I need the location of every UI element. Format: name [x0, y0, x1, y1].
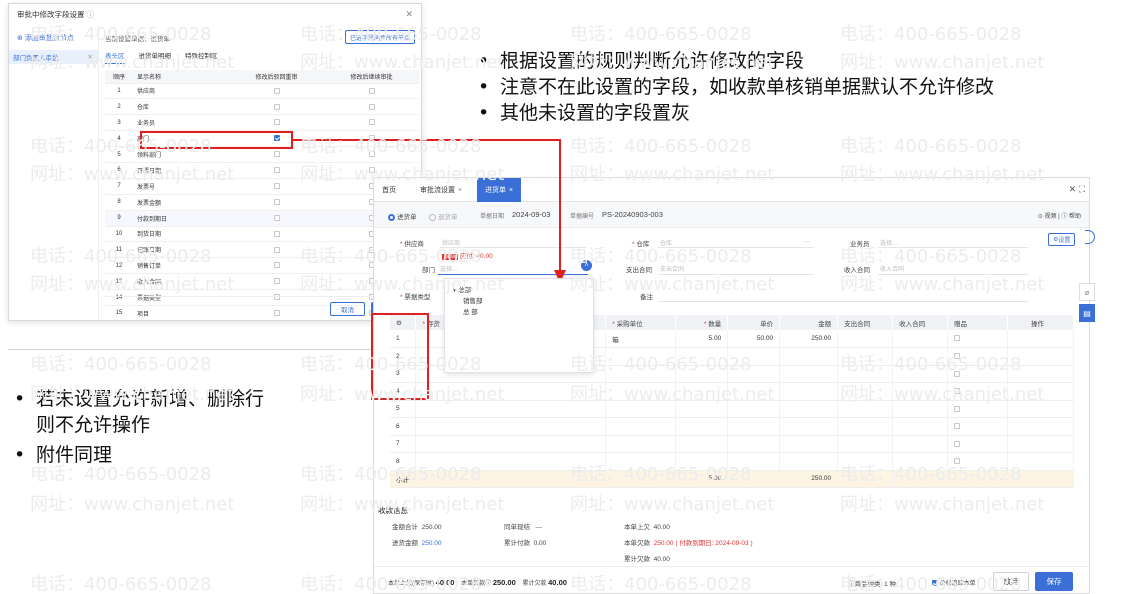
- highlight-box-rows: [371, 313, 429, 400]
- dropdown-item-label: 总部: [458, 287, 472, 294]
- slide: 审批中修改字段设置 ⓘ ✕ ⊕ 添加审批流节点 部门负责人审批 ✕ 当前设置单据：…: [0, 0, 1140, 594]
- department-dropdown: ▾ 总部 销售部 总 部: [444, 278, 594, 373]
- dropdown-item[interactable]: 销售部: [463, 295, 483, 305]
- dropdown-item[interactable]: ▾ 总部: [453, 284, 471, 294]
- dropdown-item[interactable]: 总 部: [463, 306, 478, 316]
